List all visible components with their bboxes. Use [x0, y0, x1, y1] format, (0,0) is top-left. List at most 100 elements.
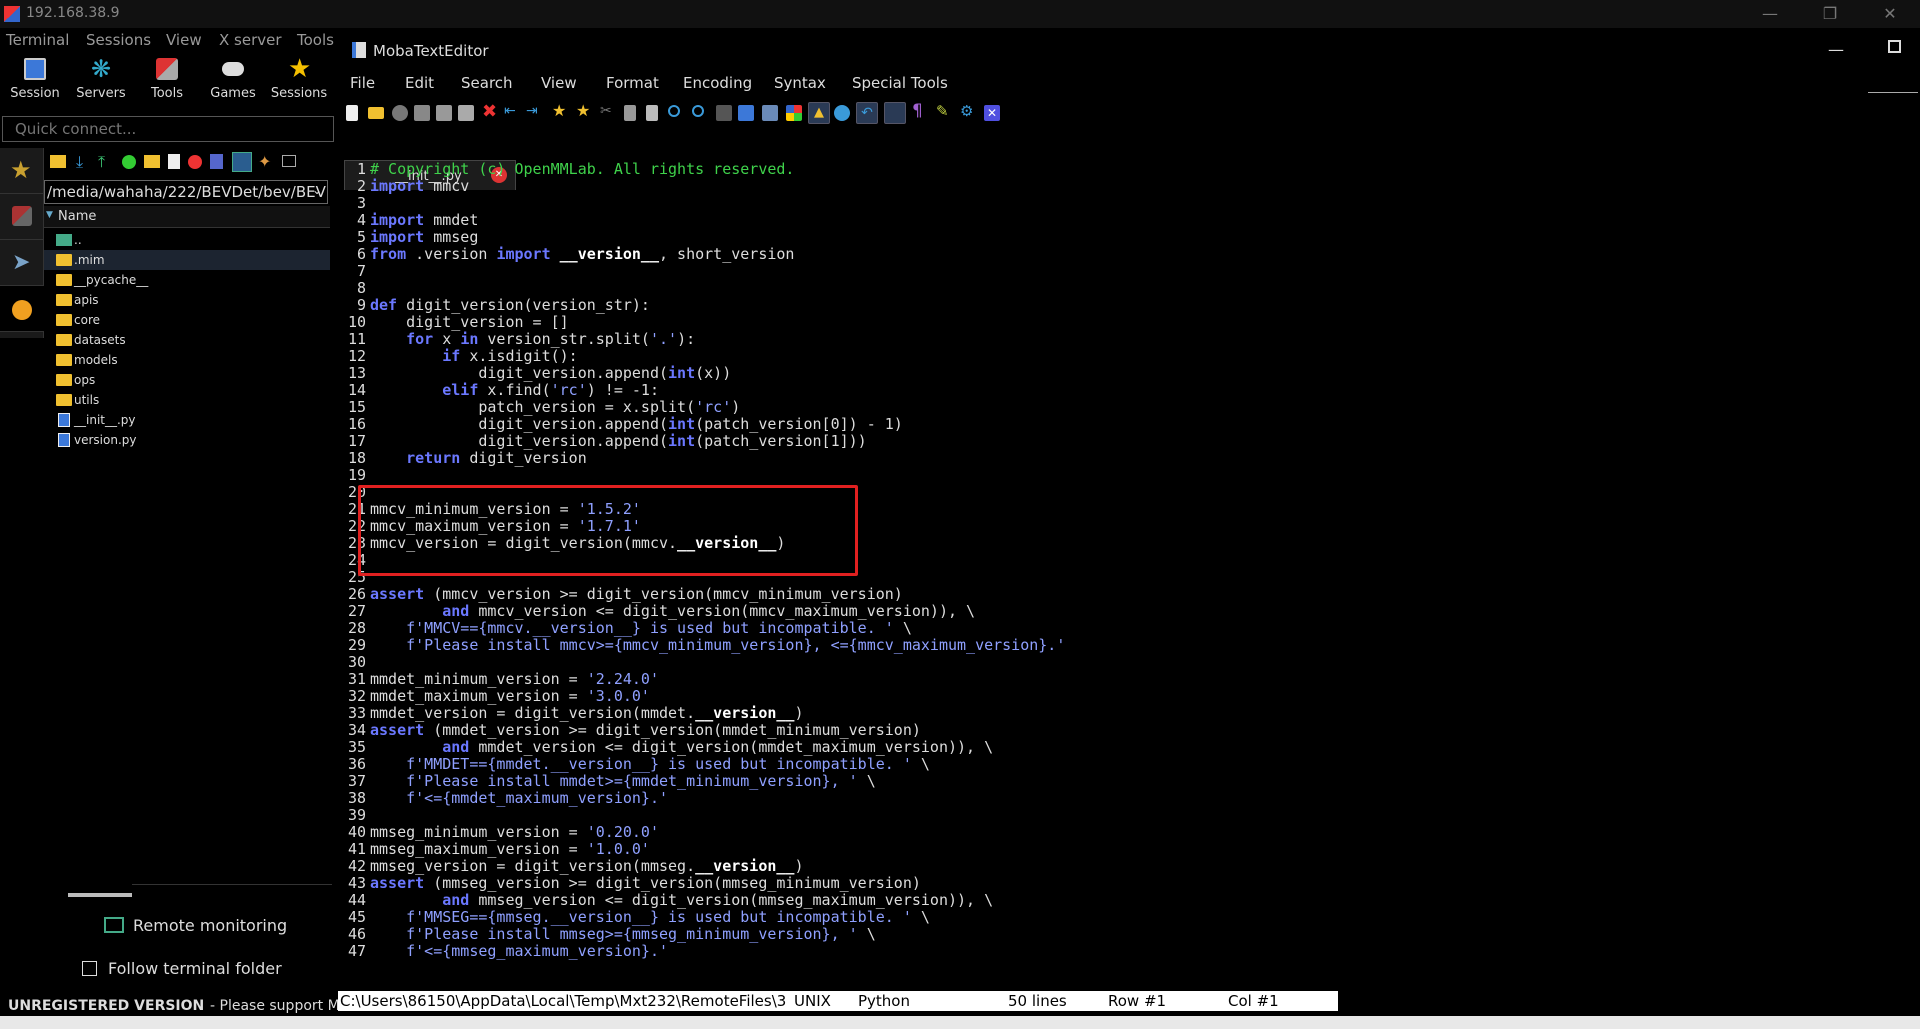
rename-icon[interactable] — [210, 154, 223, 169]
editor-menu-view[interactable]: View — [541, 74, 577, 92]
code-line[interactable]: and mmcv_version <= digit_version(mmcv_m… — [370, 602, 975, 620]
editor-menu-syntax[interactable]: Syntax — [774, 74, 826, 92]
code-line[interactable]: # Copyright (c) OpenMMLab. All rights re… — [370, 160, 794, 178]
close-icon[interactable]: ✕ — [1860, 0, 1920, 28]
compare-icon[interactable] — [738, 105, 754, 121]
code-line[interactable]: def digit_version(version_str): — [370, 296, 650, 314]
splitter-handle[interactable] — [68, 893, 132, 897]
refresh-icon[interactable] — [122, 155, 136, 169]
code-line[interactable]: digit_version = [] — [370, 313, 569, 331]
unindent-icon[interactable]: ⇤ — [504, 103, 520, 119]
magic-wand-icon[interactable]: ✦ — [258, 152, 271, 171]
editor-menu-file[interactable]: File — [350, 74, 375, 92]
undo-icon[interactable]: ↶ — [856, 102, 878, 124]
code-line[interactable]: f'MMCV=={mmcv.__version__} is used but i… — [370, 619, 912, 637]
list-item[interactable]: __pycache__ — [44, 270, 330, 290]
code-line[interactable]: f'MMSEG=={mmseg.__version__} is used but… — [370, 908, 930, 926]
sessions-button[interactable]: ★ Sessions — [266, 54, 328, 106]
replace-icon[interactable] — [692, 105, 704, 117]
list-item[interactable]: models — [44, 350, 330, 370]
remote-path-input[interactable]: /media/wahaha/222/BEVDet/bev/BEV — [44, 180, 328, 204]
restore-icon[interactable]: ❐ — [1800, 0, 1860, 28]
code-line[interactable]: assert (mmseg_version >= digit_version(m… — [370, 874, 921, 892]
new-file-icon[interactable] — [168, 154, 180, 169]
follow-folder-checkbox[interactable] — [82, 961, 97, 976]
save-icon[interactable] — [414, 105, 430, 121]
list-item[interactable]: __init__.py — [44, 410, 330, 430]
linux-eol-icon[interactable]: ▲ — [808, 102, 830, 124]
tab-tools[interactable] — [0, 194, 44, 240]
code-line[interactable]: f'<={mmseg_maximum_version}.' — [370, 942, 668, 960]
list-item[interactable]: datasets — [44, 330, 330, 350]
list-item[interactable]: utils — [44, 390, 330, 410]
indent-icon[interactable]: ⇥ — [526, 103, 542, 119]
new-folder-icon[interactable] — [144, 155, 160, 168]
tab-macros[interactable]: ➤ — [0, 240, 44, 286]
code-line[interactable]: mmseg_maximum_version = '1.0.0' — [370, 840, 650, 858]
delete-icon[interactable] — [188, 155, 202, 169]
code-line[interactable]: mmdet_minimum_version = '2.24.0' — [370, 670, 659, 688]
remote-monitoring-button[interactable]: Remote monitoring — [133, 916, 287, 935]
bookmark-icon[interactable]: ★ — [552, 101, 568, 120]
menu-x-server[interactable]: X server — [219, 31, 282, 49]
editor-minimize-icon[interactable]: — — [1828, 40, 1844, 59]
code-line[interactable]: from .version import __version__, short_… — [370, 245, 794, 263]
menu-terminal[interactable]: Terminal — [6, 31, 69, 49]
mac-eol-icon[interactable] — [834, 105, 850, 121]
code-line[interactable]: mmseg_version = digit_version(mmseg.__ve… — [370, 857, 803, 875]
next-bookmark-icon[interactable]: ★ — [576, 101, 592, 120]
list-item[interactable]: .. — [44, 230, 330, 250]
download-icon[interactable]: ⤓ — [76, 152, 83, 172]
code-line[interactable]: f'Please install mmdet>={mmdet_minimum_v… — [370, 772, 876, 790]
find-icon[interactable] — [668, 105, 680, 117]
code-line[interactable]: assert (mmdet_version >= digit_version(m… — [370, 721, 921, 739]
editor-menu-edit[interactable]: Edit — [405, 74, 434, 92]
list-item[interactable]: apis — [44, 290, 330, 310]
menu-view[interactable]: View — [166, 31, 202, 49]
goto-line-icon[interactable] — [716, 105, 732, 121]
cut-icon[interactable]: ✂ — [600, 103, 616, 119]
editor-menu-format[interactable]: Format — [606, 74, 659, 92]
windows-eol-icon[interactable] — [786, 105, 802, 121]
quick-connect-input[interactable] — [2, 116, 334, 142]
code-line[interactable]: and mmseg_version <= digit_version(mmseg… — [370, 891, 993, 909]
code-line[interactable]: elif x.find('rc') != -1: — [370, 381, 659, 399]
print-icon[interactable] — [458, 105, 474, 121]
paste-icon[interactable] — [646, 105, 658, 121]
file-list-header[interactable]: ▼ Name — [44, 206, 330, 228]
list-item[interactable]: version.py — [44, 430, 330, 450]
code-line[interactable]: digit_version.append(int(x)) — [370, 364, 731, 382]
code-line[interactable]: digit_version.append(int(patch_version[1… — [370, 432, 866, 450]
tab-sessions-star[interactable]: ★ — [0, 148, 44, 194]
menu-sessions[interactable]: Sessions — [86, 31, 151, 49]
name-column-header[interactable]: Name — [58, 209, 96, 224]
code-line[interactable]: f'Please install mmseg>={mmseg_minimum_v… — [370, 925, 876, 943]
settings-icon[interactable]: ⚙ — [960, 102, 976, 120]
split-icon[interactable] — [762, 105, 778, 121]
list-item[interactable]: core — [44, 310, 330, 330]
code-line[interactable]: f'MMDET=={mmdet.__version__} is used but… — [370, 755, 930, 773]
tab-sftp[interactable] — [0, 286, 44, 332]
list-item[interactable]: ops — [44, 370, 330, 390]
close-editor-icon[interactable]: ✕ — [984, 105, 1000, 121]
code-line[interactable]: import mmcv — [370, 177, 469, 195]
code-line[interactable]: if x.isdigit(): — [370, 347, 577, 365]
path-dropdown-icon[interactable]: ⌄ — [312, 183, 322, 197]
parent-folder-icon[interactable] — [50, 155, 66, 168]
minimize-icon[interactable]: — — [1740, 0, 1800, 28]
games-button[interactable]: Games — [200, 54, 262, 106]
code-line[interactable]: mmdet_maximum_version = '3.0.0' — [370, 687, 650, 705]
save-all-icon[interactable] — [436, 105, 452, 121]
code-line[interactable]: for x in version_str.split('.'): — [370, 330, 695, 348]
status-syntax[interactable]: Python — [858, 992, 910, 1010]
code-line[interactable]: and mmdet_version <= digit_version(mmdet… — [370, 738, 993, 756]
session-button[interactable]: Session — [2, 54, 64, 106]
new-file-icon[interactable] — [346, 105, 358, 121]
editor-menu-special-tools[interactable]: Special Tools — [852, 74, 948, 92]
editor-menu-search[interactable]: Search — [461, 74, 513, 92]
code-line[interactable]: digit_version.append(int(patch_version[0… — [370, 415, 902, 433]
code-line[interactable]: mmseg_minimum_version = '0.20.0' — [370, 823, 659, 841]
upload-icon[interactable]: ⤒ — [98, 152, 105, 172]
copy-icon[interactable] — [624, 105, 636, 121]
support-text[interactable]: - Please support M — [210, 998, 340, 1014]
